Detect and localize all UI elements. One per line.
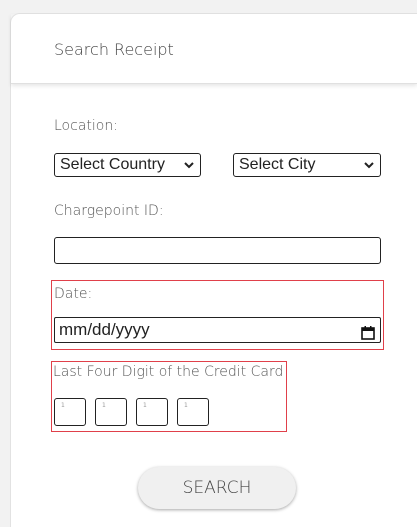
city-select[interactable]: Select City: [233, 153, 381, 177]
credit-card-label: Last Four Digit of the Credit Card: [53, 364, 284, 380]
date-highlight-box: Date: mm/dd/yyyy: [51, 280, 384, 350]
card-digit-input[interactable]: 1: [54, 398, 86, 426]
city-select-value: Select City: [239, 156, 316, 173]
card-digit-input[interactable]: 1: [136, 398, 168, 426]
chevron-down-icon: [364, 154, 374, 183]
chargepoint-label: Chargepoint ID:: [54, 203, 164, 219]
chevron-down-icon: [184, 154, 194, 183]
search-button[interactable]: SEARCH: [138, 467, 296, 509]
date-input[interactable]: mm/dd/yyyy: [54, 317, 381, 343]
card-title: Search Receipt: [54, 40, 174, 59]
country-select-value: Select Country: [60, 156, 165, 173]
card-header: Search Receipt: [11, 14, 417, 84]
location-label: Location:: [54, 118, 118, 134]
date-placeholder: mm/dd/yyyy: [59, 320, 150, 339]
search-receipt-card: Search Receipt Location: Select Country …: [10, 13, 417, 527]
chargepoint-id-input[interactable]: [54, 237, 381, 264]
credit-card-highlight-box: Last Four Digit of the Credit Card 1 1 1…: [51, 361, 287, 432]
date-label: Date:: [54, 286, 93, 302]
card-digit-input[interactable]: 1: [177, 398, 209, 426]
country-select[interactable]: Select Country: [54, 153, 201, 177]
calendar-icon[interactable]: [361, 323, 375, 340]
card-digit-input[interactable]: 1: [95, 398, 127, 426]
